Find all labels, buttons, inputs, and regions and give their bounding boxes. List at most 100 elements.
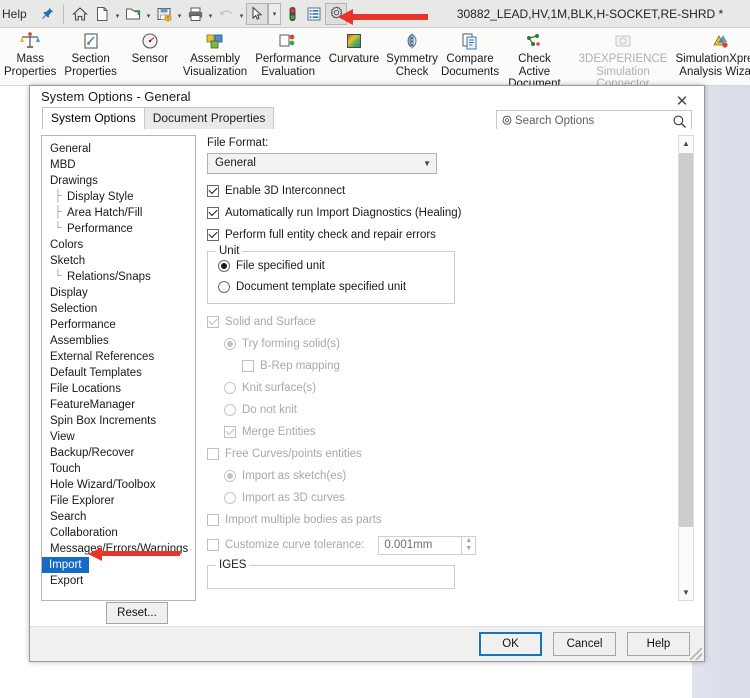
rebuild-traffic-light-icon[interactable]: [281, 3, 303, 25]
options-panel-scrollbar[interactable]: ▲ ▼: [678, 134, 694, 601]
label-auto-import-diagnostics: Automatically run Import Diagnostics (He…: [225, 206, 462, 219]
checkbox-auto-import-diagnostics[interactable]: [207, 206, 219, 219]
radio-row-document-template-specified-unit[interactable]: Document template specified unit: [218, 280, 444, 293]
stepper-up-icon: ▲: [465, 537, 473, 545]
checkbox-row-full-entity-check[interactable]: Perform full entity check and repair err…: [207, 228, 694, 241]
open-dropdown-icon[interactable]: ▾: [144, 3, 153, 25]
options-category-list[interactable]: General MBD Drawings ├ Display Style ├ Are…: [41, 134, 196, 601]
radio-do-not-knit: [224, 403, 236, 416]
save-icon[interactable]: [153, 3, 175, 25]
ribbon-button-check-active-document[interactable]: Check Active Document: [499, 28, 570, 91]
undo-dropdown-icon[interactable]: ▾: [237, 3, 246, 25]
ribbon-button-section-properties[interactable]: Section Properties: [60, 28, 120, 78]
sidebar-item-general[interactable]: General: [42, 141, 195, 157]
checkbox-row-merge-entities: Merge Entities: [224, 425, 694, 438]
print-dropdown-icon[interactable]: ▾: [206, 3, 215, 25]
sidebar-item-featuremanager[interactable]: FeatureManager: [42, 397, 195, 413]
sidebar-item-display-style[interactable]: ├ Display Style: [42, 189, 195, 205]
home-icon[interactable]: [69, 3, 91, 25]
ribbon-button-performance-evaluation[interactable]: Performance Evaluation: [251, 28, 325, 78]
radio-document-template-specified-unit[interactable]: [218, 280, 230, 293]
sidebar-item-view[interactable]: View: [42, 429, 195, 445]
sidebar-item-messages-errors-warnings[interactable]: Messages/Errors/Warnings: [42, 541, 195, 557]
item-label: Colors: [50, 238, 84, 251]
sidebar-item-export[interactable]: Export: [42, 573, 195, 589]
display-manager-icon[interactable]: [303, 3, 325, 25]
new-document-dropdown-icon[interactable]: ▾: [113, 3, 122, 25]
sidebar-item-file-explorer[interactable]: File Explorer: [42, 493, 195, 509]
ribbon-button-symmetry-check[interactable]: Symmetry Check: [383, 28, 441, 78]
chevron-up-icon[interactable]: ▲: [679, 136, 693, 151]
checkbox-row-auto-import-diagnostics[interactable]: Automatically run Import Diagnostics (He…: [207, 206, 694, 219]
tab-system-options[interactable]: System Options: [42, 106, 145, 129]
sidebar-item-assemblies[interactable]: Assemblies: [42, 333, 195, 349]
save-dropdown-icon[interactable]: ▾: [175, 3, 184, 25]
sidebar-item-display[interactable]: Display: [42, 285, 195, 301]
checkbox-row-free-curves-points: Free Curves/points entities: [207, 447, 694, 460]
ribbon-button-sensor[interactable]: Sensor: [121, 28, 179, 66]
sidebar-item-relations-snaps[interactable]: └ Relations/Snaps: [42, 269, 195, 285]
sidebar-item-hole-wizard-toolbox[interactable]: Hole Wizard/Toolbox: [42, 477, 195, 493]
dialog-title: System Options - General: [41, 88, 191, 104]
select-dropdown-icon[interactable]: ▾: [268, 2, 281, 25]
item-label: FeatureManager: [50, 398, 136, 411]
ribbon-button-assembly-visualization[interactable]: Assembly Visualization: [179, 28, 251, 78]
tab-document-properties[interactable]: Document Properties: [143, 106, 275, 129]
sidebar-item-import[interactable]: Import: [42, 556, 89, 573]
checkbox-row-enable-3d-interconnect[interactable]: Enable 3D Interconnect: [207, 184, 694, 197]
sidebar-item-file-locations[interactable]: File Locations: [42, 381, 195, 397]
pushpin-icon[interactable]: [36, 7, 58, 20]
ribbon-button-simulationxpress-analysis-wizard[interactable]: SimulationXpress Analysis Wizard: [675, 28, 750, 78]
ribbon-button-curvature[interactable]: Curvature: [325, 28, 383, 66]
performance-evaluation-icon: [277, 30, 299, 52]
reset-button[interactable]: Reset...: [106, 602, 168, 625]
new-document-icon[interactable]: [91, 3, 113, 25]
search-icon[interactable]: [671, 114, 687, 129]
resize-grip-icon[interactable]: [690, 648, 702, 660]
label-import-multiple-bodies: Import multiple bodies as parts: [225, 513, 382, 526]
help-button[interactable]: Help: [627, 632, 690, 656]
scrollbar-track[interactable]: [679, 151, 693, 585]
select-cursor-icon[interactable]: [246, 2, 268, 25]
item-label: View: [50, 430, 75, 443]
menu-help[interactable]: Help: [0, 7, 36, 21]
options-gear-icon[interactable]: [325, 2, 347, 25]
sidebar-item-area-hatch-fill[interactable]: ├ Area Hatch/Fill: [42, 205, 195, 221]
sidebar-item-collaboration[interactable]: Collaboration: [42, 525, 195, 541]
item-label: Selection: [50, 302, 98, 315]
radio-row-file-specified-unit[interactable]: File specified unit: [218, 259, 444, 272]
sidebar-item-mbd[interactable]: MBD: [42, 157, 195, 173]
sidebar-item-spin-box-increments[interactable]: Spin Box Increments: [42, 413, 195, 429]
options-dropdown-icon[interactable]: ▾: [347, 3, 356, 25]
sidebar-item-external-references[interactable]: External References: [42, 349, 195, 365]
cancel-button[interactable]: Cancel: [553, 632, 616, 656]
chevron-down-icon[interactable]: ▼: [679, 585, 693, 600]
radio-file-specified-unit[interactable]: [218, 259, 230, 272]
item-label: Hole Wizard/Toolbox: [50, 478, 156, 491]
sidebar-item-drawings-performance[interactable]: └ Performance: [42, 221, 195, 237]
ribbon-button-compare-documents[interactable]: Compare Documents: [441, 28, 499, 78]
file-format-select[interactable]: General ▼: [207, 152, 437, 174]
item-label: External References: [50, 350, 155, 363]
sidebar-item-selection[interactable]: Selection: [42, 301, 195, 317]
ribbon-button-mass-properties[interactable]: Mass Properties: [0, 28, 60, 78]
iges-group: IGES: [207, 558, 455, 589]
item-label: File Explorer: [50, 494, 115, 507]
sidebar-item-search[interactable]: Search: [42, 509, 195, 525]
ok-button[interactable]: OK: [479, 632, 542, 656]
sidebar-item-performance[interactable]: Performance: [42, 317, 195, 333]
checkbox-full-entity-check[interactable]: [207, 228, 219, 241]
radio-row-try-forming-solids: Try forming solid(s): [224, 337, 694, 350]
sidebar-item-drawings[interactable]: Drawings: [42, 173, 195, 189]
sidebar-item-colors[interactable]: Colors: [42, 237, 195, 253]
sidebar-item-sketch[interactable]: Sketch: [42, 253, 195, 269]
options-detail-panel: File Format: General ▼ Enable 3D Interco…: [205, 134, 694, 601]
search-input[interactable]: [513, 114, 671, 129]
sidebar-item-touch[interactable]: Touch: [42, 461, 195, 477]
open-folder-icon[interactable]: [122, 3, 144, 25]
print-icon[interactable]: [184, 3, 206, 25]
checkbox-enable-3d-interconnect[interactable]: [207, 184, 219, 197]
sidebar-item-backup-recover[interactable]: Backup/Recover: [42, 445, 195, 461]
scrollbar-thumb[interactable]: [679, 152, 693, 527]
sidebar-item-default-templates[interactable]: Default Templates: [42, 365, 195, 381]
